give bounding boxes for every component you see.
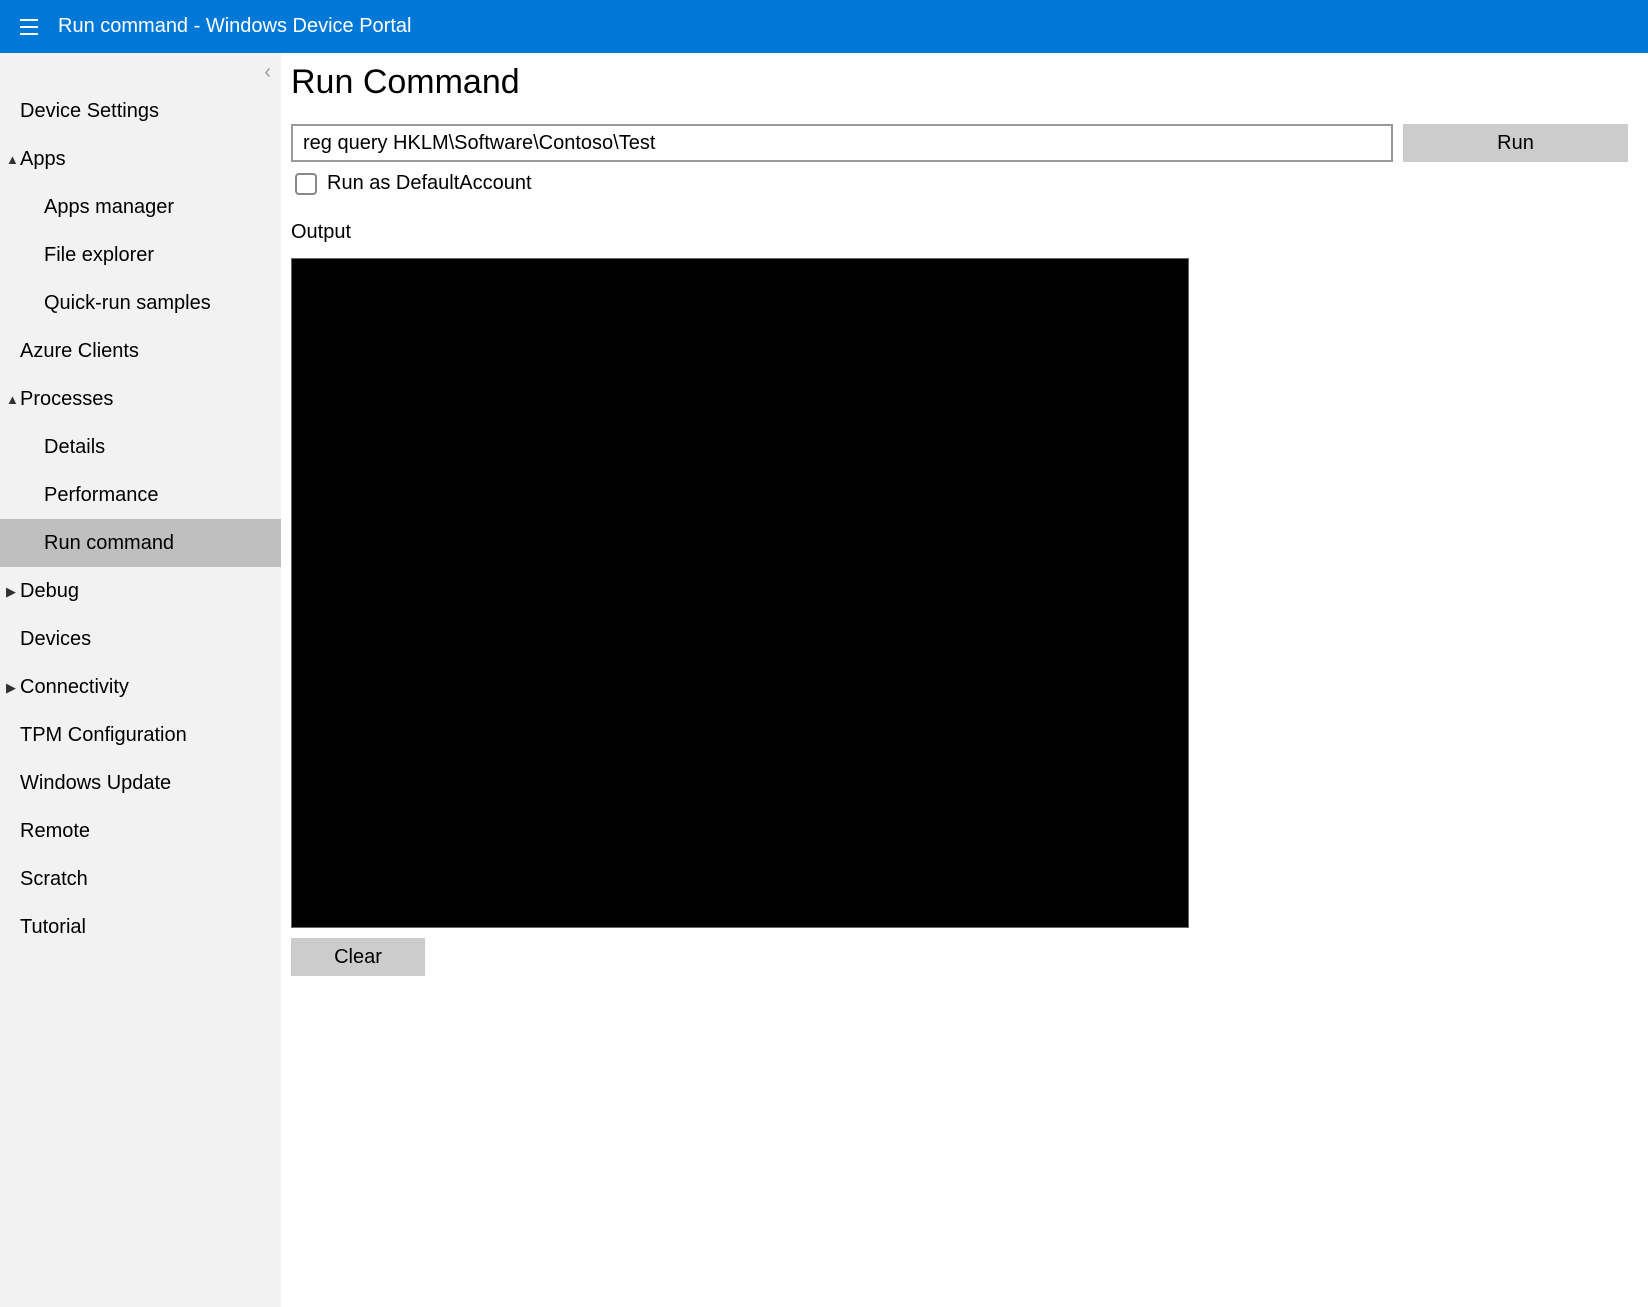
sidebar-item-azure-clients[interactable]: Azure Clients	[0, 327, 281, 375]
sidebar-item-remote[interactable]: Remote	[0, 807, 281, 855]
sidebar-item-tutorial[interactable]: Tutorial	[0, 903, 281, 951]
sidebar-item-apps-manager[interactable]: Apps manager	[0, 183, 281, 231]
sidebar-item-debug[interactable]: ▶Debug	[0, 567, 281, 615]
sidebar-item-label: Apps	[20, 148, 66, 171]
sidebar-item-processes[interactable]: ▲Processes	[0, 375, 281, 423]
sidebar-item-devices[interactable]: Devices	[0, 615, 281, 663]
run-as-default-label[interactable]: Run as DefaultAccount	[327, 172, 532, 195]
sidebar-item-label: TPM Configuration	[20, 724, 187, 747]
output-terminal[interactable]	[291, 258, 1189, 928]
sidebar-item-label: Remote	[20, 820, 90, 843]
caret-up-icon: ▲	[6, 393, 20, 406]
sidebar-item-label: Azure Clients	[20, 340, 139, 363]
sidebar-item-quick-run-samples[interactable]: Quick-run samples	[0, 279, 281, 327]
sidebar-item-label: Devices	[20, 628, 91, 651]
sidebar-item-windows-update[interactable]: Windows Update	[0, 759, 281, 807]
run-button[interactable]: Run	[1403, 124, 1628, 162]
app-header: Run command - Windows Device Portal	[0, 0, 1648, 53]
sidebar-item-label: Processes	[20, 388, 113, 411]
sidebar-item-tpm-configuration[interactable]: TPM Configuration	[0, 711, 281, 759]
sidebar: ‹ Device Settings▲AppsApps managerFile e…	[0, 53, 281, 1307]
sidebar-item-device-settings[interactable]: Device Settings	[0, 87, 281, 135]
sidebar-item-performance[interactable]: Performance	[0, 471, 281, 519]
caret-right-icon: ▶	[6, 585, 20, 598]
sidebar-item-label: Device Settings	[20, 100, 159, 123]
sidebar-item-file-explorer[interactable]: File explorer	[0, 231, 281, 279]
page-title: Run Command	[291, 63, 1628, 102]
sidebar-item-label: Run command	[44, 532, 174, 555]
sidebar-item-label: Apps manager	[44, 196, 174, 219]
sidebar-item-run-command[interactable]: Run command	[0, 519, 281, 567]
command-input[interactable]	[291, 124, 1393, 162]
sidebar-item-label: Windows Update	[20, 772, 171, 795]
sidebar-item-label: Debug	[20, 580, 79, 603]
sidebar-item-label: File explorer	[44, 244, 154, 267]
sidebar-item-connectivity[interactable]: ▶Connectivity	[0, 663, 281, 711]
sidebar-item-details[interactable]: Details	[0, 423, 281, 471]
main-content: Run Command Run Run as DefaultAccount Ou…	[281, 53, 1648, 1307]
sidebar-item-label: Scratch	[20, 868, 88, 891]
sidebar-item-scratch[interactable]: Scratch	[0, 855, 281, 903]
sidebar-item-label: Connectivity	[20, 676, 129, 699]
header-title: Run command - Windows Device Portal	[58, 15, 411, 38]
collapse-sidebar-icon[interactable]: ‹	[264, 61, 271, 84]
sidebar-item-label: Performance	[44, 484, 159, 507]
clear-button[interactable]: Clear	[291, 938, 425, 976]
sidebar-item-label: Quick-run samples	[44, 292, 211, 315]
hamburger-menu-icon[interactable]	[14, 12, 44, 42]
sidebar-item-label: Tutorial	[20, 916, 86, 939]
sidebar-item-label: Details	[44, 436, 105, 459]
caret-up-icon: ▲	[6, 153, 20, 166]
sidebar-item-apps[interactable]: ▲Apps	[0, 135, 281, 183]
run-as-default-checkbox[interactable]	[295, 173, 317, 195]
output-label: Output	[291, 221, 1628, 244]
caret-right-icon: ▶	[6, 681, 20, 694]
